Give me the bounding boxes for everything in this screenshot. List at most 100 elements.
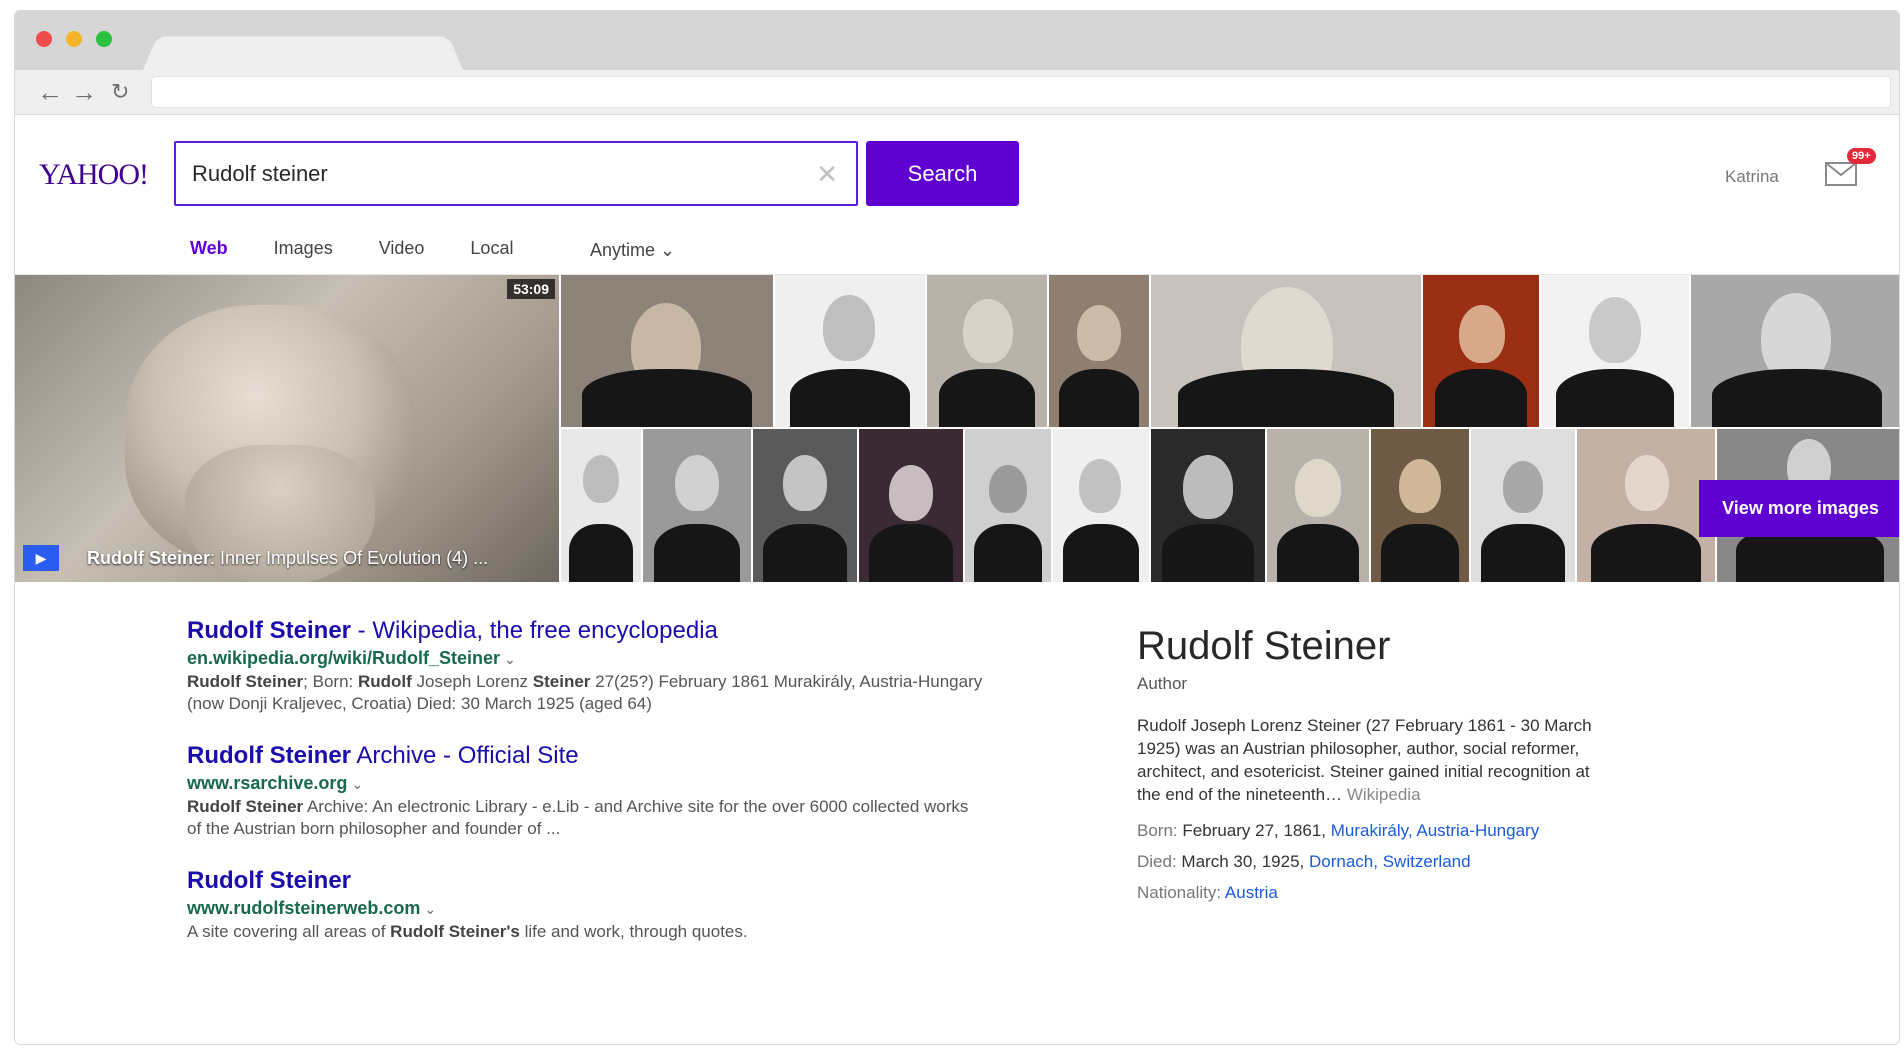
video-title-bold: Rudolf Steiner: [87, 548, 211, 568]
image-thumbnail[interactable]: [561, 275, 773, 427]
browser-tab[interactable]: [143, 36, 463, 70]
kp-fact-died: Died: March 30, 1925, Dornach, Switzerla…: [1137, 851, 1617, 873]
search-result: Rudolf Steiner - Wikipedia, the free enc…: [187, 616, 987, 715]
image-thumbnail[interactable]: [1577, 429, 1715, 582]
result-title-bold: Rudolf Steiner: [187, 617, 352, 644]
view-more-images-button[interactable]: View more images: [1699, 480, 1899, 537]
search-box[interactable]: ✕: [174, 141, 858, 206]
search-input[interactable]: [192, 157, 792, 191]
snippet-text: A site covering all areas of: [187, 922, 391, 941]
image-thumbnail[interactable]: [1267, 429, 1369, 582]
fact-value: March 30, 1925,: [1176, 852, 1309, 871]
snippet-text: life and work, through quotes.: [519, 922, 748, 941]
result-title-link[interactable]: Rudolf Steiner Archive - Official Site: [187, 741, 987, 771]
result-url-text: www.rsarchive.org: [187, 773, 348, 793]
tab-web[interactable]: Web: [190, 238, 228, 259]
close-window-icon[interactable]: [36, 31, 52, 47]
image-thumbnail[interactable]: [753, 429, 857, 582]
image-thumbnail[interactable]: [1423, 275, 1539, 427]
video-thumbnail[interactable]: 53:09 ▶ Rudolf Steiner: Inner Impulses O…: [15, 275, 559, 582]
image-thumbnail[interactable]: [927, 275, 1047, 427]
time-filter-dropdown[interactable]: Anytime ⌄: [590, 240, 675, 261]
result-title-link[interactable]: Rudolf Steiner - Wikipedia, the free enc…: [187, 616, 987, 646]
page-content: YAHOO! ✕ Search Katrina 99+ Web Images V…: [15, 116, 1899, 1044]
image-thumbnail[interactable]: [1541, 275, 1689, 427]
knowledge-panel: Rudolf Steiner Author Rudolf Joseph Lore…: [1137, 624, 1617, 904]
chevron-down-icon[interactable]: ⌄: [504, 651, 516, 667]
chevron-down-icon[interactable]: ⌄: [424, 901, 436, 917]
snippet-bold: Rudolf: [357, 672, 412, 691]
fact-link[interactable]: Austria: [1225, 883, 1278, 902]
image-thumbnail[interactable]: [1053, 429, 1149, 582]
fact-link[interactable]: Murakirály, Austria-Hungary: [1331, 821, 1539, 840]
yahoo-logo[interactable]: YAHOO!: [39, 158, 149, 192]
snippet-bold: Rudolf Steiner: [187, 797, 304, 816]
fact-label: Born:: [1137, 821, 1178, 840]
image-thumbnail[interactable]: [1049, 275, 1149, 427]
result-title-rest: - Wikipedia, the free encyclopedia: [351, 617, 718, 644]
snippet-bold: Rudolf Steiner's: [390, 922, 520, 941]
vertical-tabs: Web Images Video Local: [190, 238, 559, 259]
result-url-text: en.wikipedia.org/wiki/Rudolf_Steiner: [187, 648, 501, 668]
result-url[interactable]: www.rudolfsteinerweb.com ⌄: [187, 896, 987, 921]
result-title-bold: Rudolf Steiner: [187, 867, 352, 894]
clear-search-icon[interactable]: ✕: [816, 157, 838, 191]
fact-value: February 27, 1861,: [1177, 821, 1331, 840]
image-thumbnail[interactable]: [1371, 429, 1469, 582]
snippet-bold: Steiner: [532, 672, 591, 691]
kp-facts: Born: February 27, 1861, Murakirály, Aus…: [1137, 820, 1617, 904]
reload-icon[interactable]: ↻: [111, 77, 129, 107]
fact-link[interactable]: Dornach, Switzerland: [1309, 852, 1471, 871]
result-url[interactable]: en.wikipedia.org/wiki/Rudolf_Steiner ⌄: [187, 646, 987, 671]
kp-description: Rudolf Joseph Lorenz Steiner (27 Februar…: [1137, 714, 1617, 806]
image-thumbnail[interactable]: [1151, 429, 1265, 582]
kp-fact-nationality: Nationality: Austria: [1137, 882, 1617, 904]
snippet-text: ; Born:: [303, 672, 358, 691]
search-button[interactable]: Search: [866, 141, 1019, 206]
snippet-text: Joseph Lorenz: [411, 672, 533, 691]
kp-title: Rudolf Steiner: [1137, 624, 1391, 668]
fact-label: Died:: [1137, 852, 1177, 871]
mail-icon[interactable]: [1825, 162, 1857, 186]
kp-subtitle: Author: [1137, 674, 1188, 693]
result-snippet: Rudolf Steiner; Born: Rudolf Joseph Lore…: [187, 671, 987, 715]
tab-images[interactable]: Images: [274, 238, 333, 259]
image-thumbnail[interactable]: [775, 275, 925, 427]
tab-local[interactable]: Local: [470, 238, 513, 259]
back-arrow-icon[interactable]: ←: [37, 77, 63, 107]
user-name-link[interactable]: Katrina: [1725, 167, 1779, 187]
video-title-rest: : Inner Impulses Of Evolution (4) ...: [210, 548, 489, 568]
image-thumbnail[interactable]: [643, 429, 751, 582]
kp-source-link[interactable]: Wikipedia: [1342, 785, 1421, 804]
image-thumbnail[interactable]: [1471, 429, 1575, 582]
snippet-bold: Rudolf Steiner: [187, 672, 304, 691]
image-thumbnail[interactable]: [859, 429, 963, 582]
result-title-link[interactable]: Rudolf Steiner: [187, 866, 987, 896]
image-thumbnail[interactable]: [1691, 275, 1899, 427]
mail-count-badge: 99+: [1847, 148, 1876, 164]
address-bar[interactable]: [151, 76, 1891, 108]
browser-toolbar: ← → ↻: [15, 70, 1899, 115]
video-duration: 53:09: [507, 279, 555, 299]
search-results: Rudolf Steiner - Wikipedia, the free enc…: [187, 616, 987, 969]
browser-titlebar: [15, 11, 1899, 70]
image-thumbnail[interactable]: [965, 429, 1051, 582]
search-result: Rudolf Steiner Archive - Official Site w…: [187, 741, 987, 840]
maximize-window-icon[interactable]: [96, 31, 112, 47]
kp-fact-born: Born: February 27, 1861, Murakirály, Aus…: [1137, 820, 1617, 842]
chevron-down-icon[interactable]: ⌄: [351, 776, 363, 792]
image-thumbnail[interactable]: [561, 429, 641, 582]
result-url[interactable]: www.rsarchive.org ⌄: [187, 771, 987, 796]
video-title[interactable]: Rudolf Steiner: Inner Impulses Of Evolut…: [87, 545, 488, 571]
minimize-window-icon[interactable]: [66, 31, 82, 47]
image-thumbnail[interactable]: [1151, 275, 1421, 427]
forward-arrow-icon[interactable]: →: [71, 77, 97, 107]
result-snippet: A site covering all areas of Rudolf Stei…: [187, 921, 987, 943]
image-strip: 53:09 ▶ Rudolf Steiner: Inner Impulses O…: [15, 274, 1899, 582]
result-title-bold: Rudolf Steiner: [187, 742, 352, 769]
result-url-text: www.rudolfsteinerweb.com: [187, 898, 421, 918]
snippet-text: Archive: An electronic Library - e.Lib -…: [187, 797, 969, 838]
tab-video[interactable]: Video: [379, 238, 425, 259]
play-icon[interactable]: ▶: [23, 545, 59, 571]
browser-window: ← → ↻ YAHOO! ✕ Search Katrina 99+ Web Im…: [14, 10, 1900, 1045]
